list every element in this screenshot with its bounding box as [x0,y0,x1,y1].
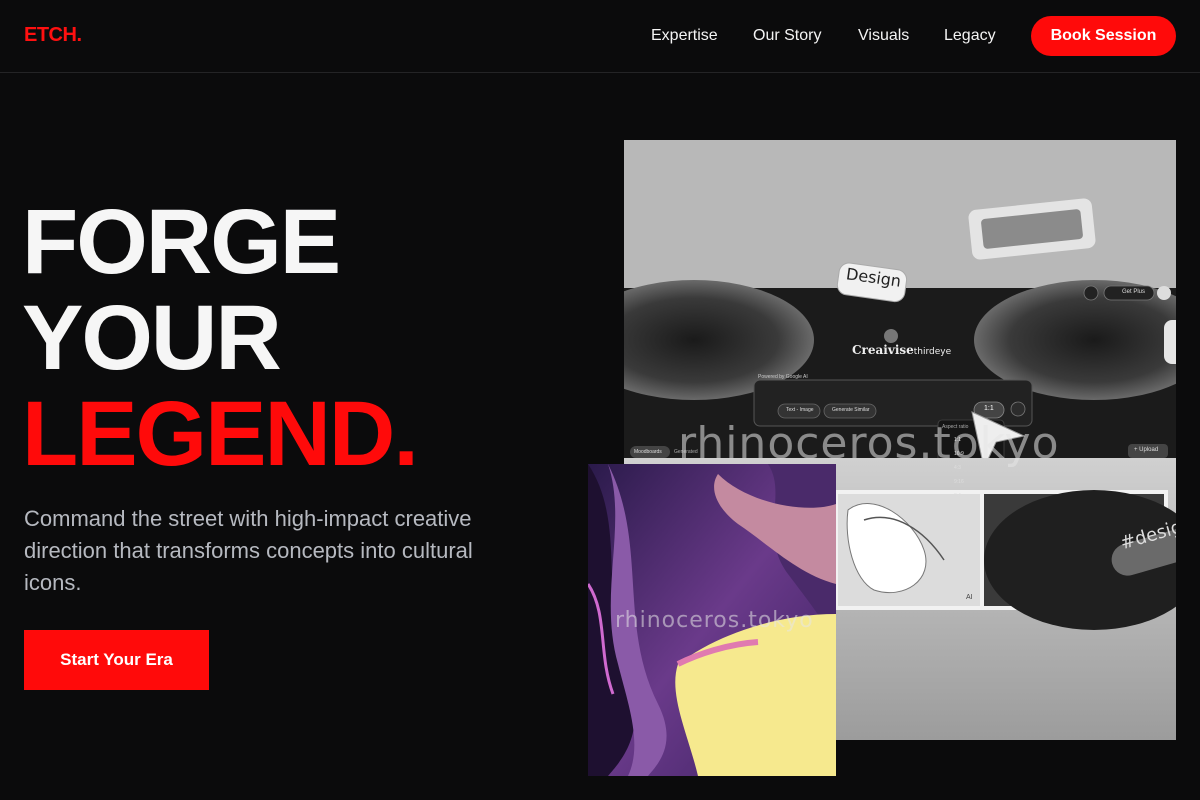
app-title-suffix: thirdeye [913,347,952,357]
top-nav: ETCH. Expertise Our Story Visuals Legacy… [0,0,1200,73]
upload-button[interactable]: + Upload [1134,447,1158,453]
hero-headline-line-2: YOUR [22,287,282,389]
get-plus-button[interactable]: Get Plus [1122,289,1145,295]
app-title: Creaivisethirdeye [852,343,951,357]
hero-headline-line-3: LEGEND. [22,383,419,485]
nav-link-visuals[interactable]: Visuals [858,27,909,45]
text-image-chip[interactable]: Text - Image [786,407,814,413]
hero-subtitle: Command the street with high-impact crea… [24,506,473,595]
tab-moodboards[interactable]: Moodboards [634,449,662,455]
nav-link-our-story[interactable]: Our Story [753,27,821,45]
app-title-main: Creaivise [852,343,914,357]
google-ai-text: Google AI [785,374,808,380]
nav-link-expertise[interactable]: Expertise [651,27,718,45]
nav-link-legacy[interactable]: Legacy [944,27,996,45]
hero-headline-line-1: FORGE [22,191,341,293]
watermark-back: rhinoceros.tokyo [678,418,1060,469]
aspect-option-9-16[interactable]: 9:16 [954,479,964,485]
showcase-image-front: rhinoceros.tokyo [588,464,836,776]
powered-text: Powered by [758,374,785,380]
book-session-button[interactable]: Book Session [1031,16,1176,56]
ai-badge: AI [966,594,973,601]
watermark-front: rhinoceros.tokyo [615,608,814,633]
aspect-option-3-4[interactable]: 3:4 [954,493,961,499]
start-your-era-button[interactable]: Start Your Era [24,630,209,690]
generate-similar-chip[interactable]: Generate Similar [832,407,870,413]
ratio-button[interactable]: 1:1 [984,405,994,412]
powered-by-label: Powered by Google AI [758,374,808,380]
brand-logo[interactable]: ETCH. [24,24,82,47]
